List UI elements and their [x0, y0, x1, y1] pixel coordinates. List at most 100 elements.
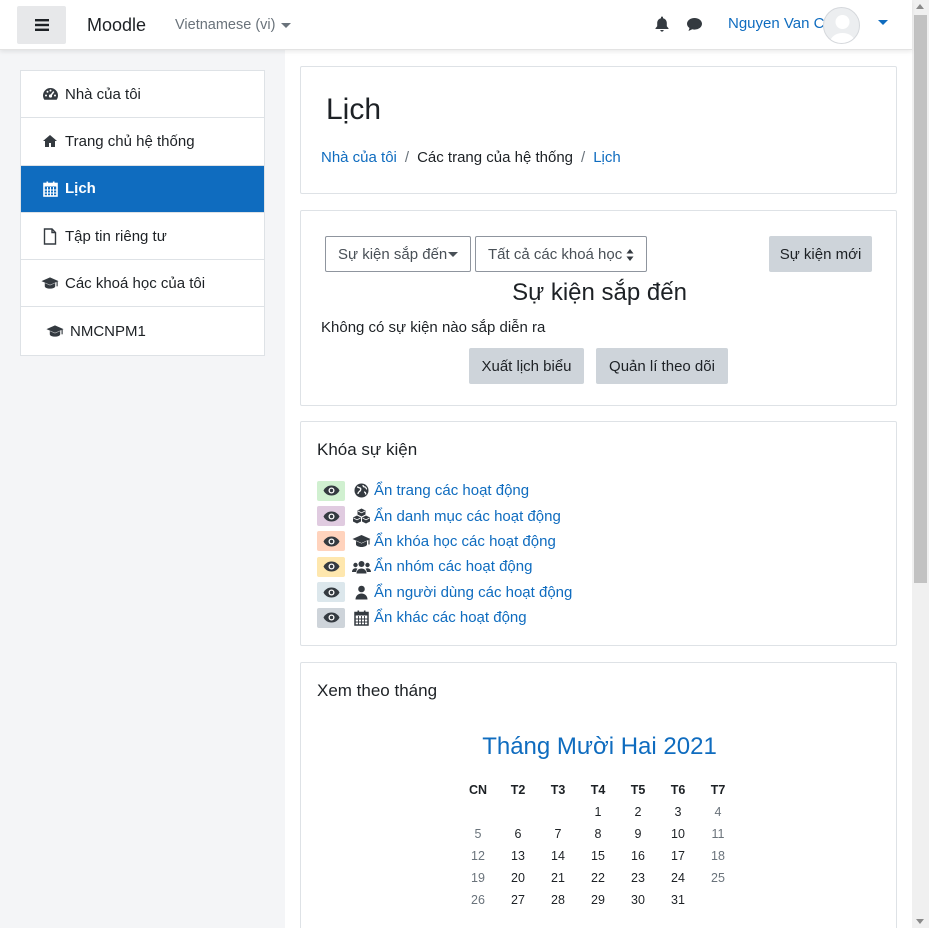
user-avatar-icon: [829, 15, 856, 43]
filter-label: Ẩn khóa học các hoạt động: [374, 532, 556, 550]
site-brand[interactable]: Moodle: [87, 15, 146, 36]
filter-group-events[interactable]: Ẩn nhóm các hoạt động: [317, 554, 572, 579]
calendar-day[interactable]: 20: [498, 867, 538, 889]
calendar-day[interactable]: 15: [578, 845, 618, 867]
eye-icon: [323, 612, 339, 623]
weekday-header: T4: [590, 783, 606, 797]
sort-arrows-icon: [626, 249, 634, 261]
sidebar-item-dashboard[interactable]: Nhà của tôi: [21, 71, 264, 119]
drawer-toggle-button[interactable]: [17, 6, 66, 44]
calendar-day[interactable]: 18: [698, 845, 738, 867]
weekday-header: T7: [710, 783, 726, 797]
eye-toggle[interactable]: [317, 480, 345, 501]
calendar-day: [538, 801, 578, 823]
eye-icon: [323, 561, 339, 572]
calendar-day[interactable]: 5: [458, 823, 498, 845]
scroll-up-arrow-icon[interactable]: [916, 4, 924, 9]
user-menu-chevron-icon[interactable]: [878, 20, 888, 25]
calendar-day[interactable]: 19: [458, 867, 498, 889]
calendar-day[interactable]: 30: [618, 889, 658, 911]
sidebar-item-site-home[interactable]: Trang chủ hệ thống: [21, 118, 264, 166]
scrollbar-thumb[interactable]: [914, 15, 927, 583]
sidebar-item-label: Lịch: [65, 180, 96, 198]
calendar-day[interactable]: 6: [498, 823, 538, 845]
calendar-day[interactable]: 23: [618, 867, 658, 889]
calendar-day[interactable]: 3: [658, 801, 698, 823]
user-name[interactable]: Nguyen Van C: [728, 15, 824, 32]
new-event-button[interactable]: Sự kiện mới: [769, 236, 872, 272]
filter-course-events[interactable]: Ẩn khóa học các hoạt động: [317, 529, 572, 554]
calendar-day[interactable]: 27: [498, 889, 538, 911]
graduation-cap-icon: [46, 322, 64, 340]
calendar-day: [698, 889, 738, 911]
filter-label: Ẩn khác các hoạt động: [374, 609, 527, 627]
calendar-day[interactable]: 14: [538, 845, 578, 867]
language-menu[interactable]: Vietnamese (vi): [175, 17, 292, 33]
calendar-day: [458, 801, 498, 823]
manage-subscriptions-button[interactable]: Quản lí theo dõi: [596, 348, 728, 384]
eye-toggle[interactable]: [317, 556, 345, 577]
cubes-icon: [352, 507, 371, 525]
messages-button[interactable]: [686, 17, 703, 36]
navbar: Moodle Vietnamese (vi) Nguyen Van C: [0, 0, 912, 50]
calendar-day[interactable]: 21: [538, 867, 578, 889]
view-select-value: Sự kiện sắp đến: [338, 245, 448, 263]
filter-category-events[interactable]: Ẩn danh mục các hoạt động: [317, 503, 572, 528]
upcoming-events-title: Sự kiện sắp đến: [512, 279, 687, 306]
calendar-day[interactable]: 10: [658, 823, 698, 845]
sidebar-item-calendar[interactable]: Lịch: [21, 165, 264, 213]
scroll-down-arrow-icon[interactable]: [916, 919, 924, 924]
view-select[interactable]: Sự kiện sắp đến: [325, 236, 471, 272]
graduation-cap-icon: [352, 532, 371, 550]
event-filter-list: Ẩn trang các hoạt động Ẩn danh mục các h…: [317, 478, 572, 630]
eye-toggle[interactable]: [317, 607, 345, 628]
calendar-day[interactable]: 11: [698, 823, 738, 845]
calendar-day[interactable]: 7: [538, 823, 578, 845]
month-view-block: Xem theo tháng Tháng Mười Hai 2021 CN T2…: [300, 662, 897, 928]
filter-site-events[interactable]: Ẩn trang các hoạt động: [317, 478, 572, 503]
calendar-icon: [352, 609, 371, 627]
sidebar-item-course-nmcnpm1[interactable]: NMCNPM1: [21, 307, 264, 354]
eye-toggle[interactable]: [317, 582, 345, 603]
sidebar-item-private-files[interactable]: Tập tin riêng tư: [21, 213, 264, 261]
page-scrollbar[interactable]: [912, 0, 929, 928]
main-region: Lịch Nhà của tôi / Các trang của hệ thống /…: [285, 50, 912, 928]
calendar-day[interactable]: 2: [618, 801, 658, 823]
weekday-header: T5: [630, 783, 646, 797]
breadcrumb-home-link[interactable]: Nhà của tôi: [321, 149, 397, 166]
current-month-link[interactable]: Tháng Mười Hai 2021: [301, 733, 898, 761]
calendar-day[interactable]: 25: [698, 867, 738, 889]
filter-user-events[interactable]: Ẩn người dùng các hoạt động: [317, 580, 572, 605]
calendar-day[interactable]: 4: [698, 801, 738, 823]
dashboard-icon: [41, 85, 59, 103]
filter-other-events[interactable]: Ẩn khác các hoạt động: [317, 605, 572, 630]
chevron-down-icon: [281, 22, 292, 28]
weekday-header: T3: [550, 783, 566, 797]
calendar-day[interactable]: 29: [578, 889, 618, 911]
calendar-day[interactable]: 13: [498, 845, 538, 867]
calendar-day[interactable]: 22: [578, 867, 618, 889]
eye-toggle[interactable]: [317, 506, 345, 527]
weekday-header-row: CN T2 T3 T4 T5 T6 T7: [458, 779, 738, 801]
avatar[interactable]: [823, 7, 860, 44]
breadcrumb-calendar-link[interactable]: Lịch: [593, 149, 621, 166]
page-header: Lịch Nhà của tôi / Các trang của hệ thống /…: [300, 66, 897, 194]
notifications-button[interactable]: [655, 16, 669, 36]
calendar-day[interactable]: 17: [658, 845, 698, 867]
calendar-day[interactable]: 1: [578, 801, 618, 823]
calendar-day[interactable]: 8: [578, 823, 618, 845]
calendar-day[interactable]: 31: [658, 889, 698, 911]
calendar-day[interactable]: 26: [458, 889, 498, 911]
calendar-day[interactable]: 24: [658, 867, 698, 889]
course-select[interactable]: Tất cả các khoá học: [475, 236, 647, 272]
calendar-day[interactable]: 9: [618, 823, 658, 845]
sidebar-item-my-courses[interactable]: Các khoá học của tôi: [21, 260, 264, 308]
calendar-day[interactable]: 12: [458, 845, 498, 867]
eye-icon: [323, 587, 339, 598]
calendar-day[interactable]: 28: [538, 889, 578, 911]
course-select-value: Tất cả các khoá học: [488, 245, 623, 263]
export-calendar-button[interactable]: Xuất lịch biểu: [469, 348, 584, 384]
eye-toggle[interactable]: [317, 531, 345, 552]
users-icon: [352, 558, 371, 576]
calendar-day[interactable]: 16: [618, 845, 658, 867]
